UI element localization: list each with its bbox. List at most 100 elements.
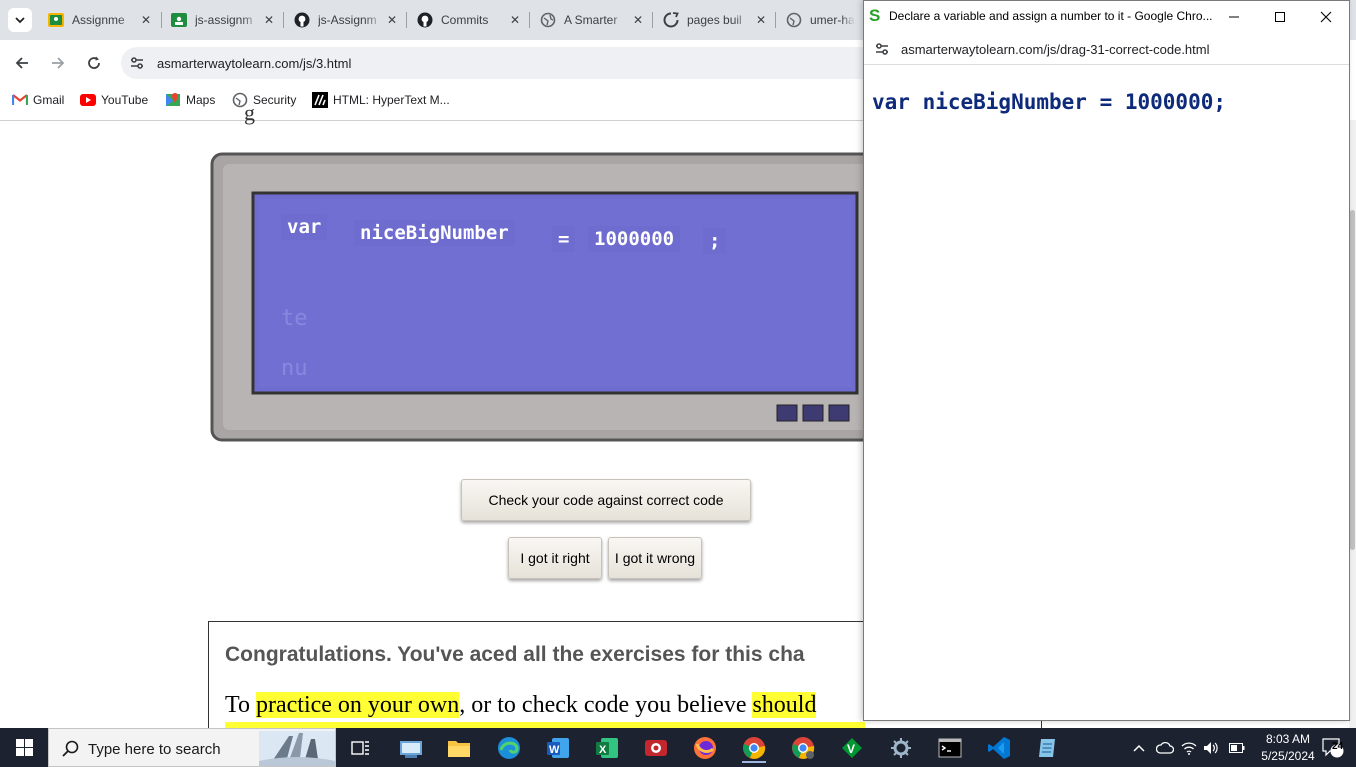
minimize-button[interactable] — [1211, 1, 1257, 32]
tab-umer-hayat[interactable]: umer-hay — [778, 4, 863, 36]
svg-text:nu: nu — [281, 356, 308, 381]
close-icon — [1320, 11, 1332, 22]
tray-battery[interactable] — [1229, 728, 1245, 767]
tray-volume[interactable] — [1203, 728, 1219, 767]
back-button[interactable] — [7, 48, 37, 78]
task-view-button[interactable] — [346, 733, 376, 763]
reload-button[interactable] — [79, 48, 109, 78]
popup-window-title: Declare a variable and assign a number t… — [889, 9, 1213, 23]
address-bar[interactable]: asmarterwaytolearn.com/js/3.html — [121, 47, 881, 79]
bookmark-mdn-html[interactable]: HTML: HyperText M... — [312, 91, 450, 109]
taskbar-app-screen-recorder[interactable] — [641, 733, 671, 763]
taskbar-app-chrome[interactable] — [739, 733, 769, 763]
code-token-semicolon[interactable]: ; — [703, 228, 727, 254]
notification-center-button[interactable]: 24 — [1322, 728, 1344, 767]
folder-icon — [448, 741, 470, 757]
taskbar-clock[interactable]: 8:03 AM 5/25/2024 — [1256, 731, 1320, 765]
tab-assignment[interactable]: Assignme ✕ — [40, 4, 162, 36]
congrats-heading: Congratulations. You've aced all the exe… — [225, 643, 805, 666]
bookmark-label: HTML: HyperText M... — [333, 93, 450, 107]
screen-recorder-icon — [645, 740, 667, 756]
task-view-icon — [351, 741, 369, 755]
monitor-frame: te nu — [210, 152, 886, 442]
taskbar-app-chrome-profile[interactable] — [788, 733, 818, 763]
close-icon[interactable]: ✕ — [138, 12, 154, 28]
correct-code-text: var niceBigNumber = 1000000; — [872, 90, 1227, 114]
arrow-right-icon — [52, 57, 65, 69]
got-it-right-button[interactable]: I got it right — [508, 537, 602, 579]
close-icon[interactable]: ✕ — [630, 12, 646, 28]
taskbar-app-folder[interactable] — [444, 733, 474, 763]
close-window-button[interactable] — [1303, 1, 1349, 32]
code-token-name[interactable]: niceBigNumber — [354, 220, 515, 246]
site-favicon-icon: S — [869, 6, 881, 25]
taskbar-app-firefox[interactable] — [690, 733, 720, 763]
site-info-icon[interactable] — [129, 55, 145, 71]
tray-network[interactable] — [1181, 728, 1197, 767]
url-text: asmarterwaytolearn.com/js/3.html — [157, 56, 352, 71]
tab-js-assignment[interactable]: js-assignm ✕ — [163, 4, 285, 36]
bookmark-label: Maps — [186, 93, 216, 107]
cloud-icon — [1156, 741, 1174, 754]
notepad-icon — [1039, 739, 1055, 757]
taskbar-app-excel[interactable]: X — [592, 733, 622, 763]
tab-commits[interactable]: Commits ✕ — [409, 4, 531, 36]
tab-separator — [775, 12, 776, 28]
close-icon[interactable]: ✕ — [507, 12, 523, 28]
taskbar-app-vscode[interactable] — [984, 733, 1014, 763]
search-placeholder: Type here to search — [88, 741, 221, 758]
taskbar-app-word[interactable]: W — [543, 733, 573, 763]
bookmark-label: Gmail — [33, 93, 65, 107]
tray-onedrive[interactable] — [1156, 728, 1174, 767]
taskbar-app-notepad[interactable] — [1033, 733, 1063, 763]
battery-icon — [1229, 742, 1245, 753]
got-it-wrong-button[interactable]: I got it wrong — [608, 537, 702, 579]
arrow-left-icon — [15, 57, 28, 69]
maximize-button[interactable] — [1257, 1, 1303, 32]
check-code-button[interactable]: Check your code against correct code — [461, 479, 751, 521]
correct-code-popup-window: S Declare a variable and assign a number… — [863, 0, 1350, 721]
active-app-indicator — [742, 761, 766, 763]
popup-title-bar[interactable]: S Declare a variable and assign a number… — [864, 1, 1349, 32]
taskbar-app-vim[interactable]: V — [837, 733, 867, 763]
popup-address-bar[interactable]: asmarterwaytolearn.com/js/drag-31-correc… — [864, 32, 1349, 65]
bookmark-gmail[interactable]: Gmail — [12, 91, 64, 109]
code-token-var[interactable]: var — [281, 214, 328, 240]
settings-gear-icon — [891, 738, 911, 758]
globe-icon — [540, 12, 556, 28]
taskbar-app-terminal[interactable] — [935, 733, 965, 763]
github-icon — [294, 12, 310, 28]
vscode-icon — [988, 737, 1010, 759]
bookmark-maps[interactable]: Maps — [165, 91, 215, 109]
bookmark-security[interactable]: Security — [232, 91, 296, 109]
tray-show-hidden[interactable] — [1132, 728, 1146, 767]
taskbar-app-edge[interactable] — [494, 733, 524, 763]
minimize-icon — [1229, 16, 1239, 17]
code-token-value[interactable]: 1000000 — [588, 226, 681, 252]
tab-js-assignments-github[interactable]: js-Assignm ✕ — [286, 4, 408, 36]
close-icon[interactable]: ✕ — [753, 12, 769, 28]
bookmark-label: Security — [253, 93, 297, 107]
page-scrollbar[interactable] — [1349, 120, 1356, 728]
code-token-equals[interactable]: = — [552, 226, 576, 252]
practice-paragraph: To practice on your own, or to check cod… — [225, 692, 817, 719]
close-icon[interactable]: ✕ — [261, 12, 277, 28]
taskbar-search-box[interactable]: Type here to search — [48, 728, 336, 767]
tab-a-smarter-way[interactable]: A Smarter ✕ — [532, 4, 654, 36]
site-info-icon[interactable] — [874, 41, 890, 57]
tab-search-button[interactable] — [8, 8, 32, 32]
tab-pages-build[interactable]: pages buil ✕ — [655, 4, 777, 36]
wifi-icon — [1181, 741, 1197, 755]
tab-title: Commits — [441, 13, 489, 27]
windows-logo-icon — [15, 739, 33, 756]
scrollbar-thumb[interactable] — [1350, 210, 1355, 550]
bookmark-youtube[interactable]: YouTube — [80, 91, 148, 109]
taskbar-app-file-explorer[interactable] — [396, 733, 426, 763]
taskbar-app-settings[interactable] — [886, 733, 916, 763]
notification-count-badge: 24 — [1332, 741, 1344, 752]
maps-icon — [165, 92, 181, 108]
start-button[interactable] — [0, 728, 48, 767]
close-icon[interactable]: ✕ — [384, 12, 400, 28]
forward-button[interactable] — [43, 48, 73, 78]
word-icon: W — [547, 738, 569, 758]
